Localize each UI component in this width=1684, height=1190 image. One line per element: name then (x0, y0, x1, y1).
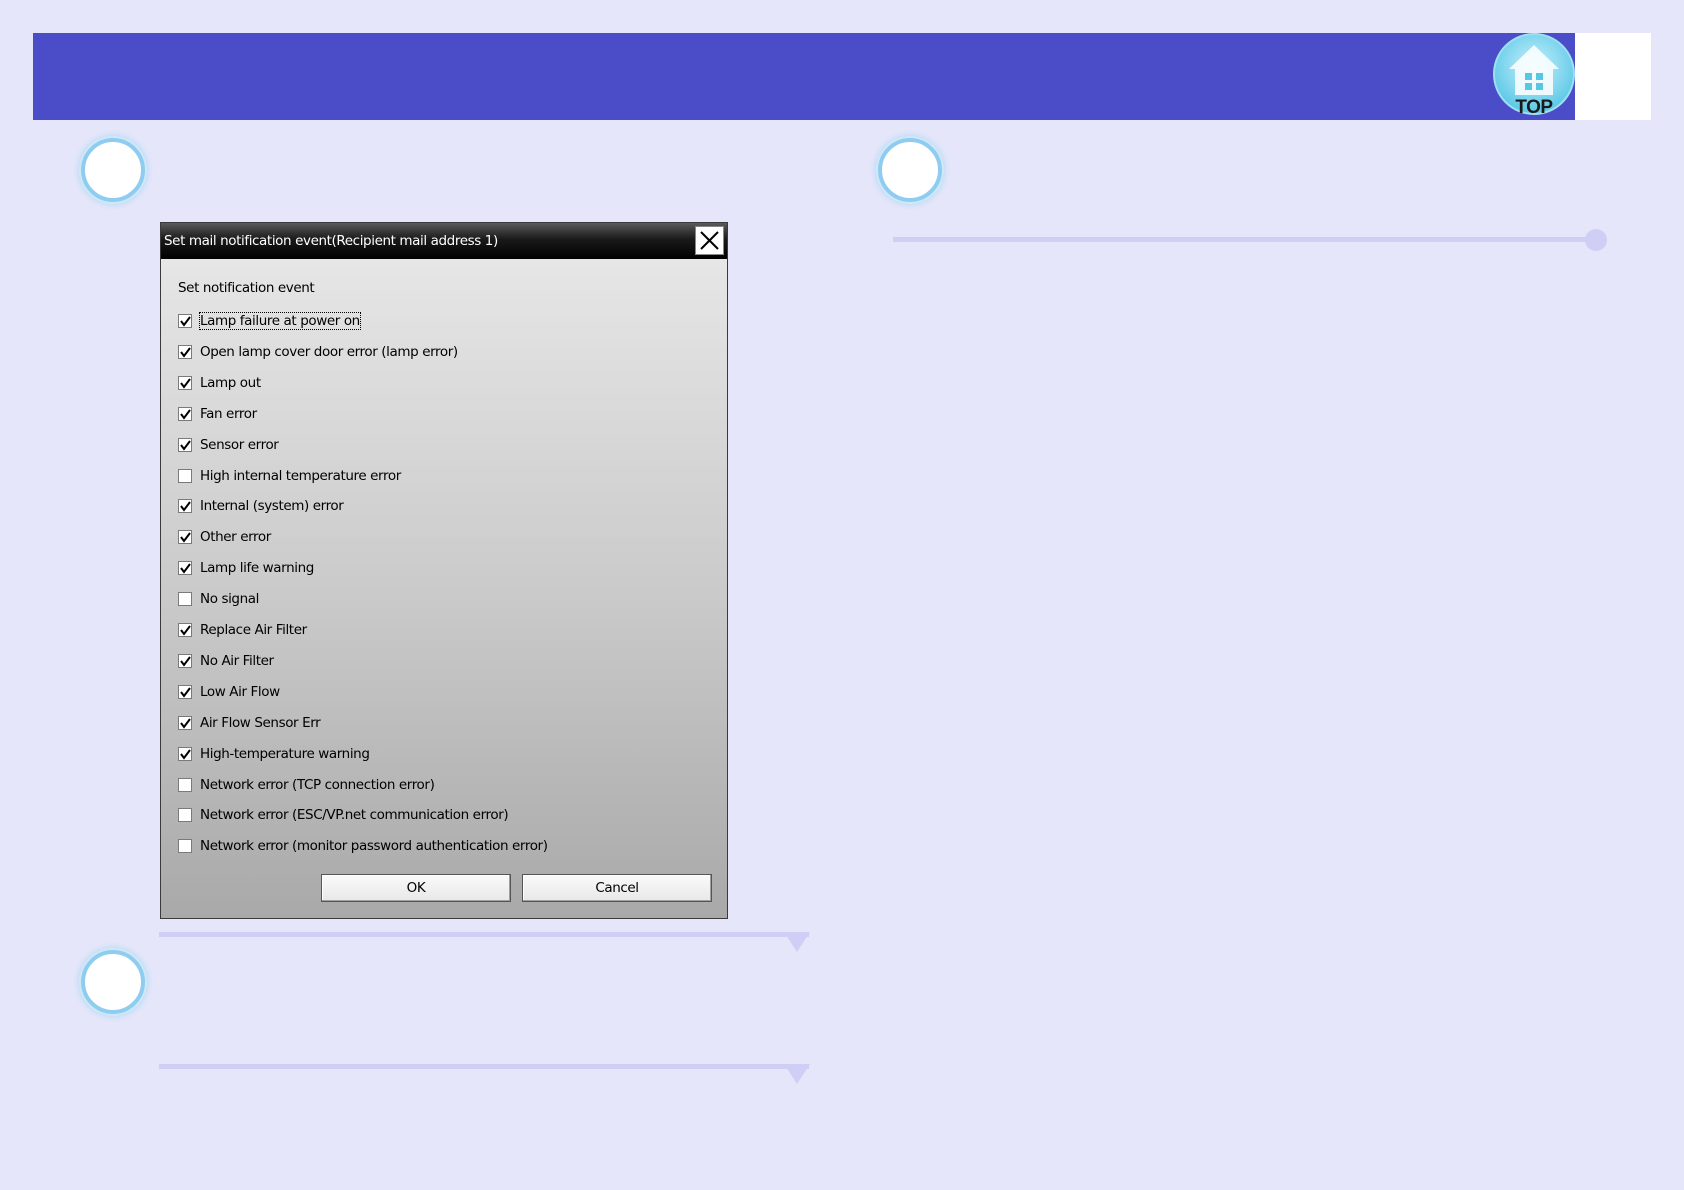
divider-arrow (784, 932, 810, 952)
checkmark-icon (180, 347, 191, 358)
header-page-tab (1575, 33, 1651, 120)
cancel-button[interactable]: Cancel (522, 874, 712, 902)
checkbox-box[interactable] (178, 778, 192, 792)
step-marker-3 (878, 138, 942, 202)
checkbox-box[interactable] (178, 376, 192, 390)
checkmark-icon (180, 440, 191, 451)
page-header-bar (33, 33, 1575, 120)
checkbox-label: Network error (ESC/VP.net communication … (200, 807, 509, 823)
top-button-label: TOP (1515, 97, 1553, 118)
checkbox-label: High-temperature warning (200, 746, 370, 762)
checkmark-icon (180, 563, 191, 574)
checkbox-box[interactable] (178, 808, 192, 822)
checkmark-icon (180, 687, 191, 698)
checkbox-box[interactable] (178, 654, 192, 668)
checkbox-box[interactable] (178, 839, 192, 853)
checkmark-icon (180, 718, 191, 729)
checkbox-box[interactable] (178, 685, 192, 699)
checkbox-box[interactable] (178, 561, 192, 575)
checkbox-box[interactable] (178, 314, 192, 328)
dialog-title: Set mail notification event(Recipient ma… (164, 233, 498, 249)
top-button[interactable]: TOP (1493, 33, 1575, 119)
dialog-titlebar[interactable]: Set mail notification event(Recipient ma… (161, 223, 727, 259)
divider-line (159, 1064, 809, 1069)
checkbox-label: Low Air Flow (200, 684, 280, 700)
checkbox-box[interactable] (178, 469, 192, 483)
ok-button[interactable]: OK (321, 874, 511, 902)
checkbox-label: Network error (monitor password authenti… (200, 838, 548, 854)
close-button[interactable] (695, 226, 724, 255)
checkbox-box[interactable] (178, 407, 192, 421)
checkmark-icon (180, 625, 191, 636)
checkbox-box[interactable] (178, 345, 192, 359)
checkbox-label: Other error (200, 529, 271, 545)
checkbox-label: Lamp life warning (200, 560, 314, 576)
checkbox-label: Air Flow Sensor Err (200, 715, 321, 731)
checkmark-icon (180, 316, 191, 327)
checkbox-label: Network error (TCP connection error) (200, 777, 435, 793)
checkbox-label: Lamp failure at power on (199, 312, 361, 330)
checkbox-box[interactable] (178, 499, 192, 513)
divider-arrow (784, 1064, 810, 1084)
divider-dot (1585, 229, 1607, 251)
close-icon (700, 231, 719, 250)
checkbox-label: No Air Filter (200, 653, 274, 669)
checkbox-box[interactable] (178, 623, 192, 637)
step-marker-2 (81, 950, 145, 1014)
checkmark-icon (180, 409, 191, 420)
checkbox-label: No signal (200, 591, 259, 607)
divider-line (159, 932, 809, 937)
checkbox-box[interactable] (178, 747, 192, 761)
checkbox-label: Open lamp cover door error (lamp error) (200, 344, 458, 360)
mail-notification-dialog: Set mail notification event(Recipient ma… (160, 222, 728, 919)
checkbox-label: Lamp out (200, 375, 261, 391)
step-marker-1 (81, 138, 145, 202)
checkbox-label: High internal temperature error (200, 468, 401, 484)
section-label: Set notification event (178, 280, 315, 296)
checkmark-icon (180, 378, 191, 389)
checkmark-icon (180, 656, 191, 667)
checkbox-label: Sensor error (200, 437, 279, 453)
checkbox-label: Fan error (200, 406, 257, 422)
checkmark-icon (180, 501, 191, 512)
checkbox-box[interactable] (178, 716, 192, 730)
checkmark-icon (180, 532, 191, 543)
checkmark-icon (180, 749, 191, 760)
checkbox-box[interactable] (178, 438, 192, 452)
checkbox-box[interactable] (178, 530, 192, 544)
checkbox-box[interactable] (178, 592, 192, 606)
divider-line (893, 237, 1598, 242)
checkbox-label: Internal (system) error (200, 498, 344, 514)
checkbox-label: Replace Air Filter (200, 622, 307, 638)
